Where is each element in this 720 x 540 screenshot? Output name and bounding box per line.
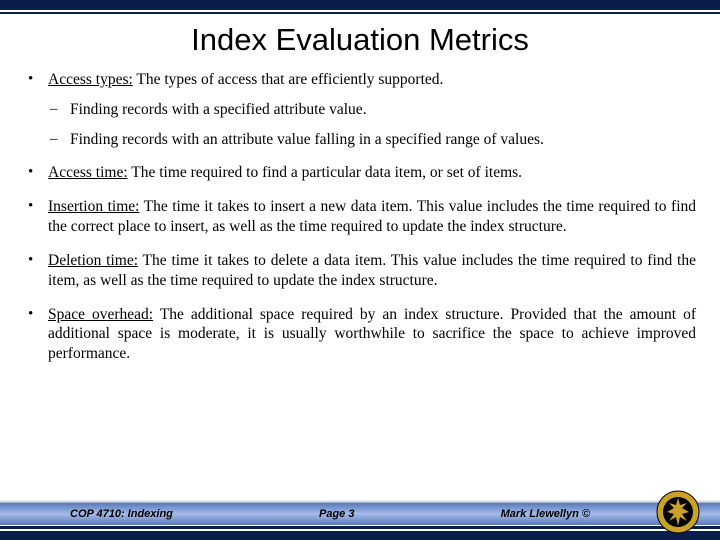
content-area: Access types: The types of access that a…	[0, 70, 720, 364]
top-accent-line	[0, 12, 720, 14]
bullet-list: Access types: The types of access that a…	[24, 70, 696, 364]
bullet-text: The time required to find a particular d…	[128, 164, 522, 181]
bullet-label: Space overhead:	[48, 306, 153, 323]
bullet-insertion-time: Insertion time: The time it takes to ins…	[24, 197, 696, 237]
sub-item: Finding records with an attribute value …	[48, 130, 696, 150]
bullet-label: Deletion time:	[48, 252, 138, 269]
sub-list: Finding records with a specified attribu…	[48, 100, 696, 150]
bullet-space-overhead: Space overhead: The additional space req…	[24, 305, 696, 364]
sub-item: Finding records with a specified attribu…	[48, 100, 696, 120]
bullet-label: Access time:	[48, 164, 128, 181]
bullet-label: Access types:	[48, 71, 133, 88]
bullet-access-types: Access types: The types of access that a…	[24, 70, 696, 149]
ucf-logo	[656, 490, 700, 534]
slide: Index Evaluation Metrics Access types: T…	[0, 0, 720, 540]
footer-author: Mark Llewellyn ©	[501, 508, 590, 520]
bullet-deletion-time: Deletion time: The time it takes to dele…	[24, 251, 696, 291]
bullet-access-time: Access time: The time required to find a…	[24, 163, 696, 183]
bottom-accent-line	[0, 526, 720, 529]
slide-title: Index Evaluation Metrics	[0, 22, 720, 58]
bullet-text: The time it takes to insert a new data i…	[48, 198, 696, 235]
footer: COP 4710: Indexing Page 3 Mark Llewellyn…	[0, 500, 720, 540]
bullet-text: The types of access that are efficiently…	[133, 71, 444, 88]
top-stripe	[0, 0, 720, 10]
bullet-label: Insertion time:	[48, 198, 139, 215]
bottom-stripe	[0, 531, 720, 540]
footer-bar: COP 4710: Indexing Page 3 Mark Llewellyn…	[0, 503, 720, 525]
footer-page: Page 3	[319, 508, 354, 520]
footer-course: COP 4710: Indexing	[70, 508, 173, 520]
bullet-text: The time it takes to delete a data item.…	[48, 252, 696, 289]
